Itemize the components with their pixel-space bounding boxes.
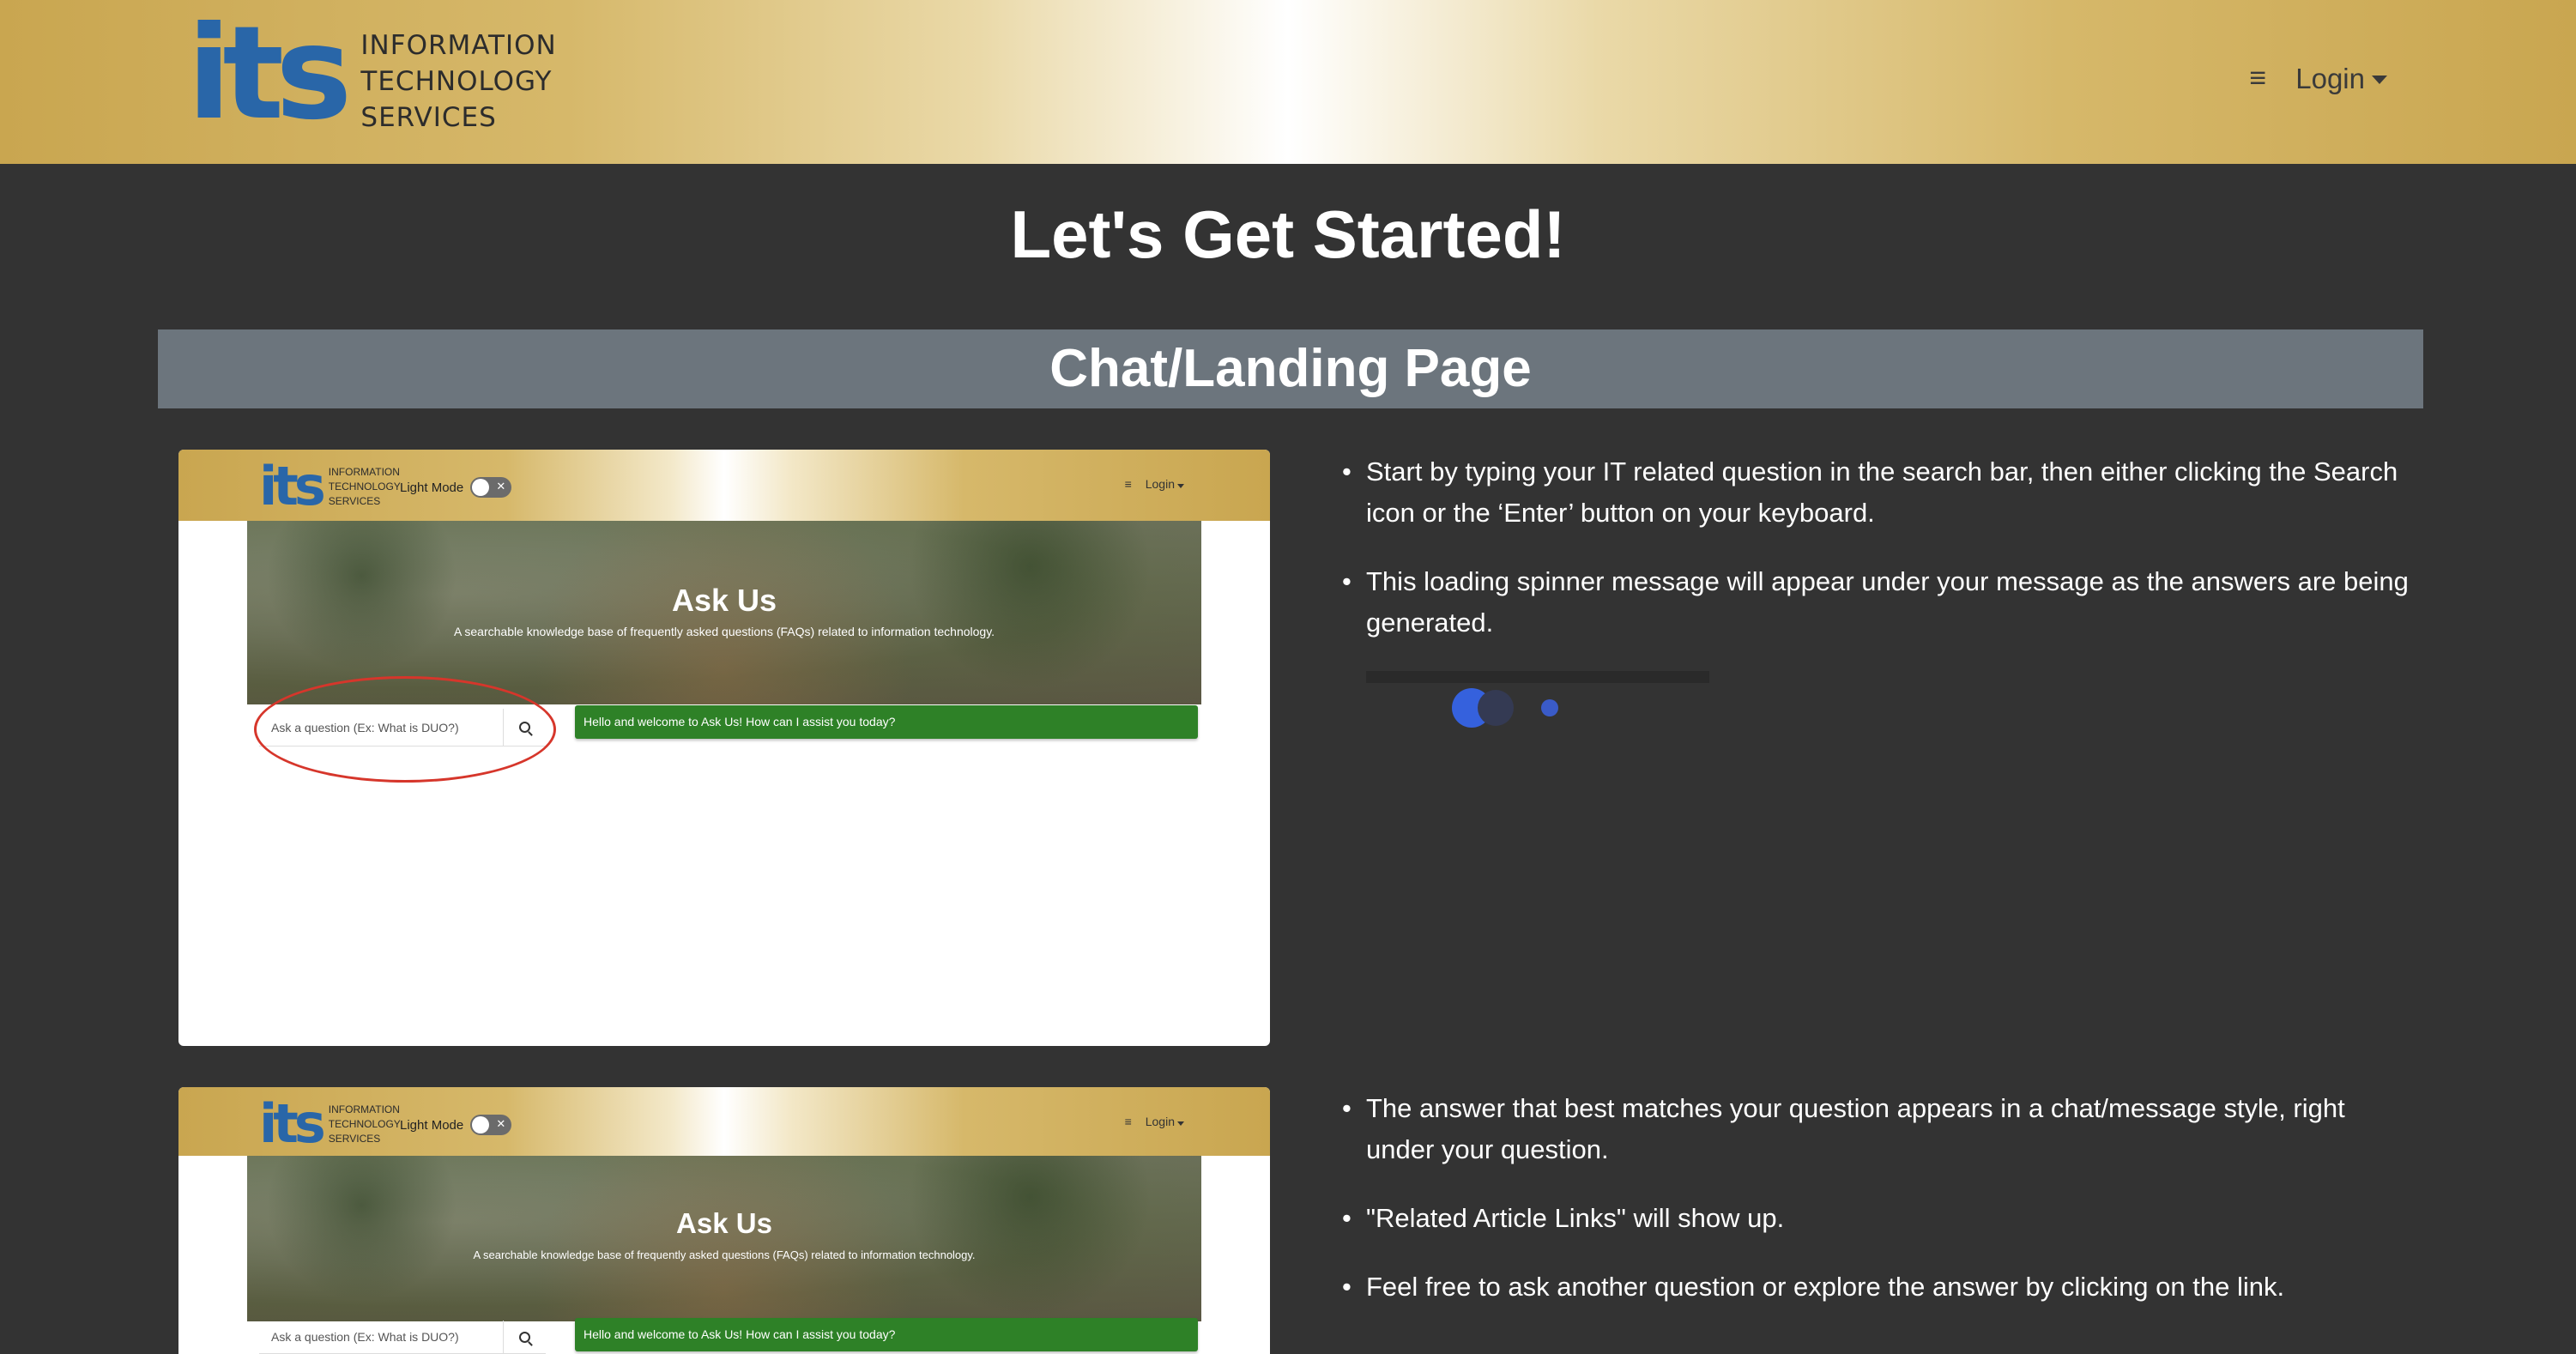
- search-icon: [519, 1331, 530, 1343]
- instructions-list-2: The answer that best matches your questi…: [1339, 1088, 2420, 1335]
- welcome-message: Hello and welcome to Ask Us! How can I a…: [575, 705, 1198, 739]
- logo-line: INFORMATION: [360, 30, 557, 61]
- login-dropdown[interactable]: Login: [2295, 63, 2387, 95]
- toggle-switch-icon: [470, 477, 512, 498]
- logo-text: INFORMATION TECHNOLOGY SERVICES: [360, 27, 556, 136]
- screenshot-login-label: Login: [1145, 477, 1175, 491]
- screenshot-login: Login: [1146, 1115, 1184, 1128]
- screenshot-logo: its INFORMATION TECHNOLOGY SERVICES: [259, 460, 401, 513]
- hero-title: Ask Us: [676, 1207, 772, 1239]
- logo-line: SERVICES: [328, 494, 381, 507]
- login-label: Login: [2295, 62, 2365, 94]
- hero-subtitle: A searchable knowledge base of frequentl…: [453, 625, 995, 638]
- screenshot-mode-toggle: Light Mode: [400, 1115, 512, 1135]
- screenshot-login: Login: [1146, 477, 1184, 491]
- chevron-down-icon: [1177, 1121, 1184, 1126]
- search-placeholder: Ask a question (Ex: What is DUO?): [271, 1330, 459, 1344]
- screenshot-hero: Ask Us A searchable knowledge base of fr…: [247, 1156, 1201, 1321]
- chevron-down-icon: [1177, 484, 1184, 488]
- screenshot-logo-text: INFORMATION TECHNOLOGY SERVICES: [329, 465, 401, 509]
- logo-line: SERVICES: [360, 102, 497, 133]
- search-button: [503, 1321, 546, 1353]
- site-header: its INFORMATION TECHNOLOGY SERVICES ≡ Lo…: [0, 0, 2576, 164]
- its-logo[interactable]: its INFORMATION TECHNOLOGY SERVICES: [187, 9, 557, 142]
- loading-spinner: [1366, 671, 1709, 728]
- mode-label: Light Mode: [400, 480, 464, 495]
- instruction-item: Feel free to ask another question or exp…: [1339, 1266, 2420, 1308]
- logo-line: TECHNOLOGY: [328, 1117, 401, 1130]
- highlight-circle: [254, 676, 556, 783]
- screenshot-header: its INFORMATION TECHNOLOGY SERVICES Ligh…: [178, 1087, 1270, 1156]
- nav-right: ≡ Login: [2249, 62, 2387, 95]
- screenshot-menu-icon: ≡: [1124, 477, 1132, 491]
- hero-subtitle: A searchable knowledge base of frequentl…: [473, 1248, 976, 1261]
- section-heading: Chat/Landing Page: [158, 329, 2423, 408]
- hero-title: Ask Us: [671, 583, 777, 618]
- instruction-item: This loading spinner message will appear…: [1339, 561, 2420, 644]
- screenshot-logo-text: INFORMATION TECHNOLOGY SERVICES: [329, 1103, 401, 1146]
- spinner-dot-icon: [1541, 699, 1558, 716]
- welcome-message: Hello and welcome to Ask Us! How can I a…: [575, 1318, 1198, 1351]
- instruction-item: The answer that best matches your questi…: [1339, 1088, 2420, 1170]
- instruction-item: "Related Article Links" will show up.: [1339, 1198, 2420, 1239]
- screenshot-nav-right: ≡ Login: [1125, 1115, 1184, 1128]
- screenshot-search-bar: Ask a question (Ex: What is DUO?): [259, 1321, 546, 1354]
- mode-label: Light Mode: [400, 1117, 464, 1133]
- logo-line: SERVICES: [328, 1132, 381, 1145]
- screenshot-menu-icon: ≡: [1124, 1115, 1132, 1128]
- screenshot-logo-mark: its: [259, 1092, 326, 1155]
- chevron-down-icon: [2372, 75, 2387, 84]
- example-screenshot-search: its INFORMATION TECHNOLOGY SERVICES Ligh…: [178, 450, 1270, 1046]
- screenshot-logo-mark: its: [259, 455, 326, 517]
- logo-line: TECHNOLOGY: [360, 66, 553, 97]
- logo-mark: its: [187, 0, 352, 148]
- toggle-switch-icon: [470, 1115, 512, 1135]
- instruction-item: Start by typing your IT related question…: [1339, 451, 2420, 534]
- example-screenshot-answer: its INFORMATION TECHNOLOGY SERVICES Ligh…: [178, 1087, 1270, 1354]
- screenshot-header: its INFORMATION TECHNOLOGY SERVICES Ligh…: [178, 450, 1270, 521]
- instructions-list-1: Start by typing your IT related question…: [1339, 451, 2420, 671]
- screenshot-logo: its INFORMATION TECHNOLOGY SERVICES: [259, 1097, 401, 1151]
- menu-icon[interactable]: ≡: [2249, 62, 2266, 95]
- screenshot-login-label: Login: [1145, 1115, 1175, 1128]
- page-title: Let's Get Started!: [1010, 196, 1566, 272]
- logo-line: INFORMATION: [328, 465, 400, 478]
- logo-line: INFORMATION: [328, 1103, 400, 1115]
- screenshot-mode-toggle: Light Mode: [400, 477, 512, 498]
- logo-line: TECHNOLOGY: [328, 480, 401, 493]
- screenshot-nav-right: ≡ Login: [1125, 477, 1184, 491]
- spinner-dot-icon: [1478, 690, 1514, 726]
